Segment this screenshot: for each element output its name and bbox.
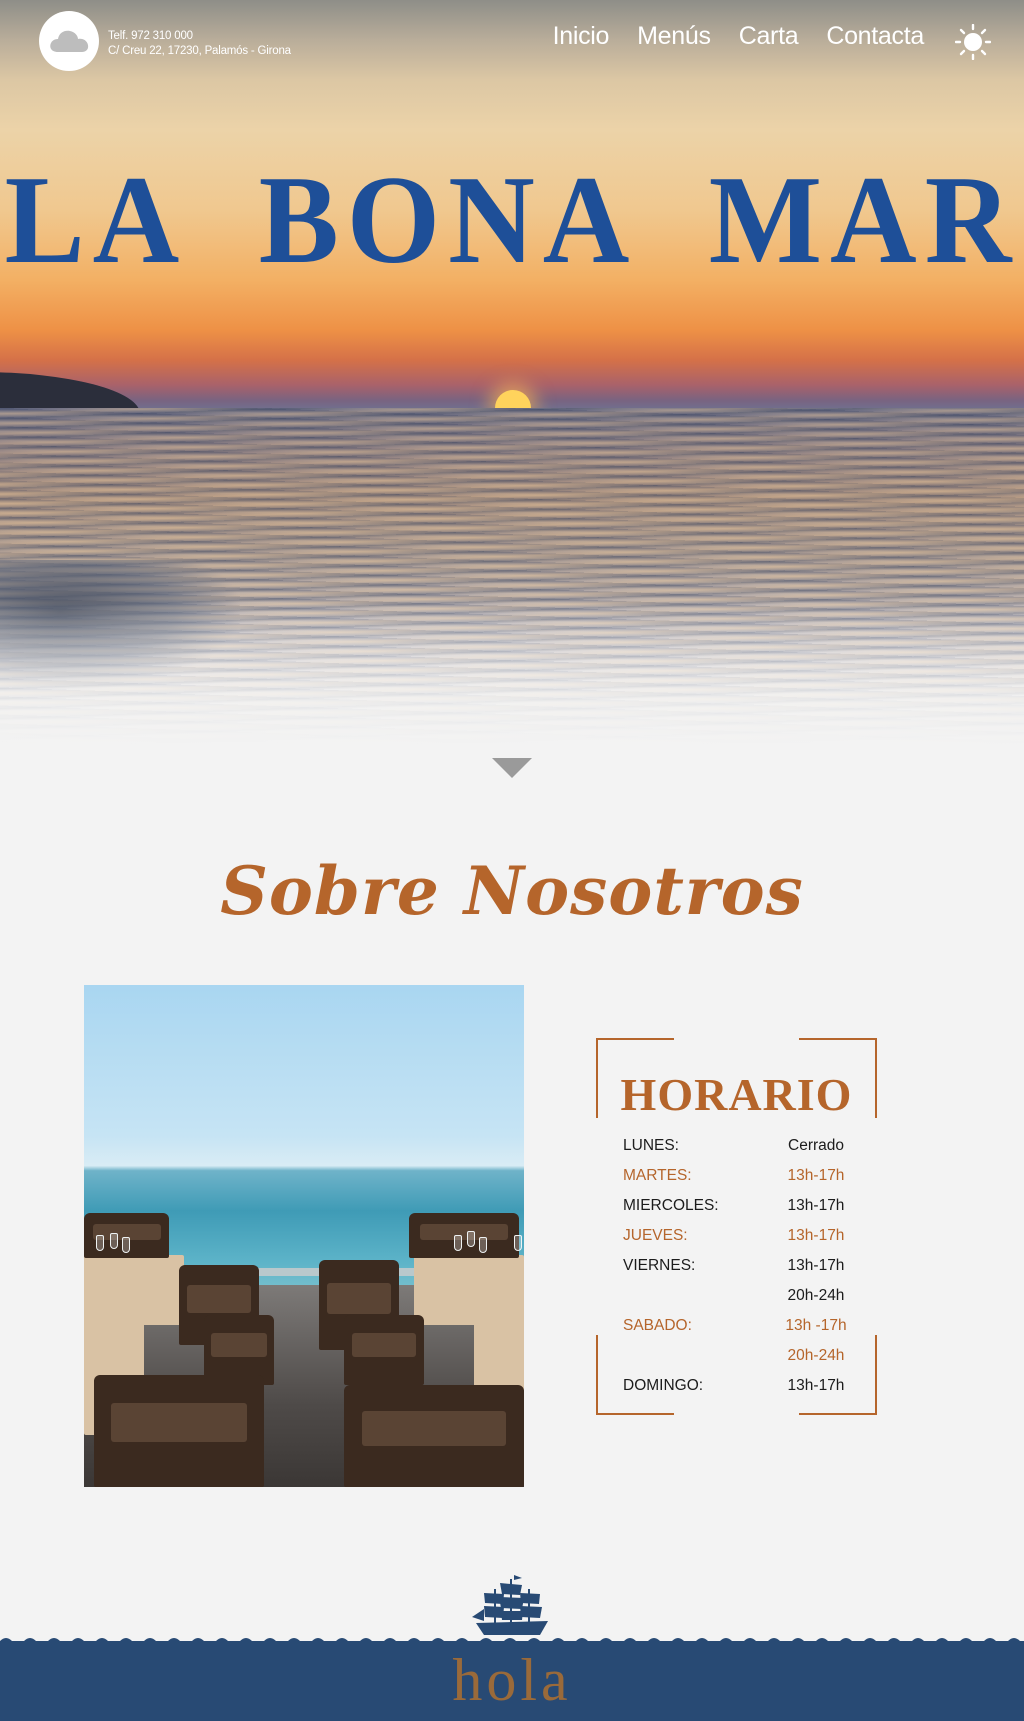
schedule-row: LUNES: Cerrado (623, 1137, 844, 1154)
hero-fade (0, 600, 1024, 745)
logo[interactable] (39, 11, 99, 71)
nav-contacta[interactable]: Contacta (826, 22, 924, 51)
schedule-row: VIERNES: 13h-17h (623, 1257, 845, 1274)
main-nav: Inicio Menús Carta Contacta (553, 22, 925, 51)
chevron-down-icon[interactable] (492, 758, 532, 778)
schedule-title: HORARIO (620, 1069, 853, 1120)
schedule-list: LUNES: Cerrado MARTES: 13h-17h MIERCOLES… (623, 1131, 851, 1401)
schedule-row: MARTES: 13h-17h (623, 1167, 845, 1184)
schedule-row: JUEVES: 13h-17h (623, 1227, 845, 1244)
schedule-row: DOMINGO: 13h-17h (623, 1377, 845, 1394)
nav-inicio[interactable]: Inicio (553, 22, 610, 51)
schedule-row: SABADO: 13h -17h (623, 1317, 847, 1334)
hero-banner: Telf. 972 310 000 C/ Creu 22, 17230, Pal… (0, 0, 1024, 745)
cloud-icon (50, 30, 89, 52)
address: C/ Creu 22, 17230, Palamós - Girona (108, 45, 291, 57)
footer-text: hola (452, 1647, 572, 1713)
sun-icon[interactable] (955, 24, 991, 60)
phone-number: Telf. 972 310 000 (108, 30, 193, 42)
nav-menus[interactable]: Menús (637, 22, 711, 51)
hero-title: LA BONA MAR (4, 149, 1020, 290)
section-title: Sobre Nosotros (220, 852, 804, 930)
contact-info: Telf. 972 310 000 C/ Creu 22, 17230, Pal… (108, 29, 291, 59)
nav-carta[interactable]: Carta (739, 22, 799, 51)
top-bar: Telf. 972 310 000 C/ Creu 22, 17230, Pal… (0, 0, 1024, 80)
schedule-box: HORARIO LUNES: Cerrado MARTES: 13h-17h M… (596, 1038, 877, 1415)
setting-sun (495, 390, 531, 408)
restaurant-photo (84, 985, 524, 1487)
schedule-row: 20h-24h (787, 1287, 845, 1304)
schedule-row: 20h-24h (787, 1347, 845, 1364)
schedule-row: MIERCOLES: 13h-17h (623, 1197, 845, 1214)
